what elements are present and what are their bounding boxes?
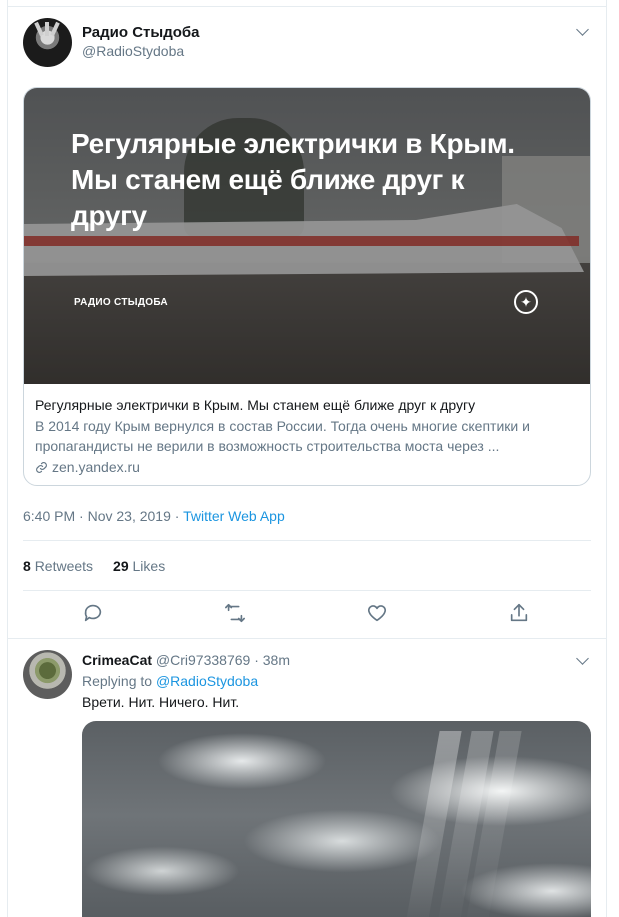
top-divider [7,6,607,7]
reply-author-avatar[interactable] [23,650,72,699]
replying-prefix: Replying to [82,673,156,689]
card-domain: zen.yandex.ru [35,457,580,477]
tweet-actions [80,602,540,630]
likes-stat[interactable]: 29 Likes [113,558,165,574]
reply-author-handle-time[interactable]: @Cri97338769 · 38m [156,652,290,668]
link-icon [36,461,47,473]
retweets-label: Retweets [34,558,94,574]
source-app-link[interactable]: Twitter Web App [183,508,285,524]
reply-text: Врети. Нит. Ничего. Нит. [82,694,240,710]
author-handle[interactable]: @RadioStydoba [82,43,184,59]
author-name[interactable]: Радио Стыдоба [82,24,200,41]
share-icon [510,603,528,622]
tweet-timestamp: 6:40 PM · Nov 23, 2019 · Twitter Web App [23,508,285,524]
card-title: Регулярные электрички в Крым. Мы станем … [35,397,476,413]
reply-author-name[interactable]: CrimeaCat [82,652,152,668]
card-image-brand: РАДИО СТЫДОБА [74,297,168,308]
reply-icon [84,604,102,622]
tweet-separator [7,638,607,639]
divider [23,590,591,591]
like-button[interactable] [366,602,392,628]
card-domain-text: zen.yandex.ru [52,459,140,475]
card-description: В 2014 году Крым вернулся в состав Росси… [35,418,530,454]
replying-mention-link[interactable]: @RadioStydoba [156,673,258,689]
engagement-stats: 8 Retweets 29 Likes [23,558,165,574]
card-image[interactable]: Регулярные электрички в Крым. Мы станем … [24,88,590,384]
likes-count: 29 [113,558,129,574]
zen-sparkle-icon: ✦ [514,290,538,314]
retweet-icon [225,603,245,623]
card-image-headline: Регулярные электрички в Крым. Мы станем … [71,128,515,231]
replying-to: Replying to @RadioStydoba [82,673,258,689]
heart-icon [367,605,387,622]
retweets-count: 8 [23,558,31,574]
card-meta: Регулярные электрички в Крым. Мы станем … [35,395,580,477]
reply-button[interactable] [82,602,108,628]
retweets-stat[interactable]: 8 Retweets [23,558,93,574]
retweet-button[interactable] [224,602,250,628]
likes-label: Likes [132,558,166,574]
divider [23,540,591,541]
reply-media-image[interactable] [82,721,591,917]
link-preview-card[interactable]: Регулярные электрички в Крым. Мы станем … [23,87,591,486]
timestamp-text[interactable]: 6:40 PM · Nov 23, 2019 · [23,508,183,524]
author-avatar[interactable] [23,18,72,67]
reply-header: CrimeaCat @Cri97338769 · 38m [82,652,290,668]
share-button[interactable] [508,602,534,628]
